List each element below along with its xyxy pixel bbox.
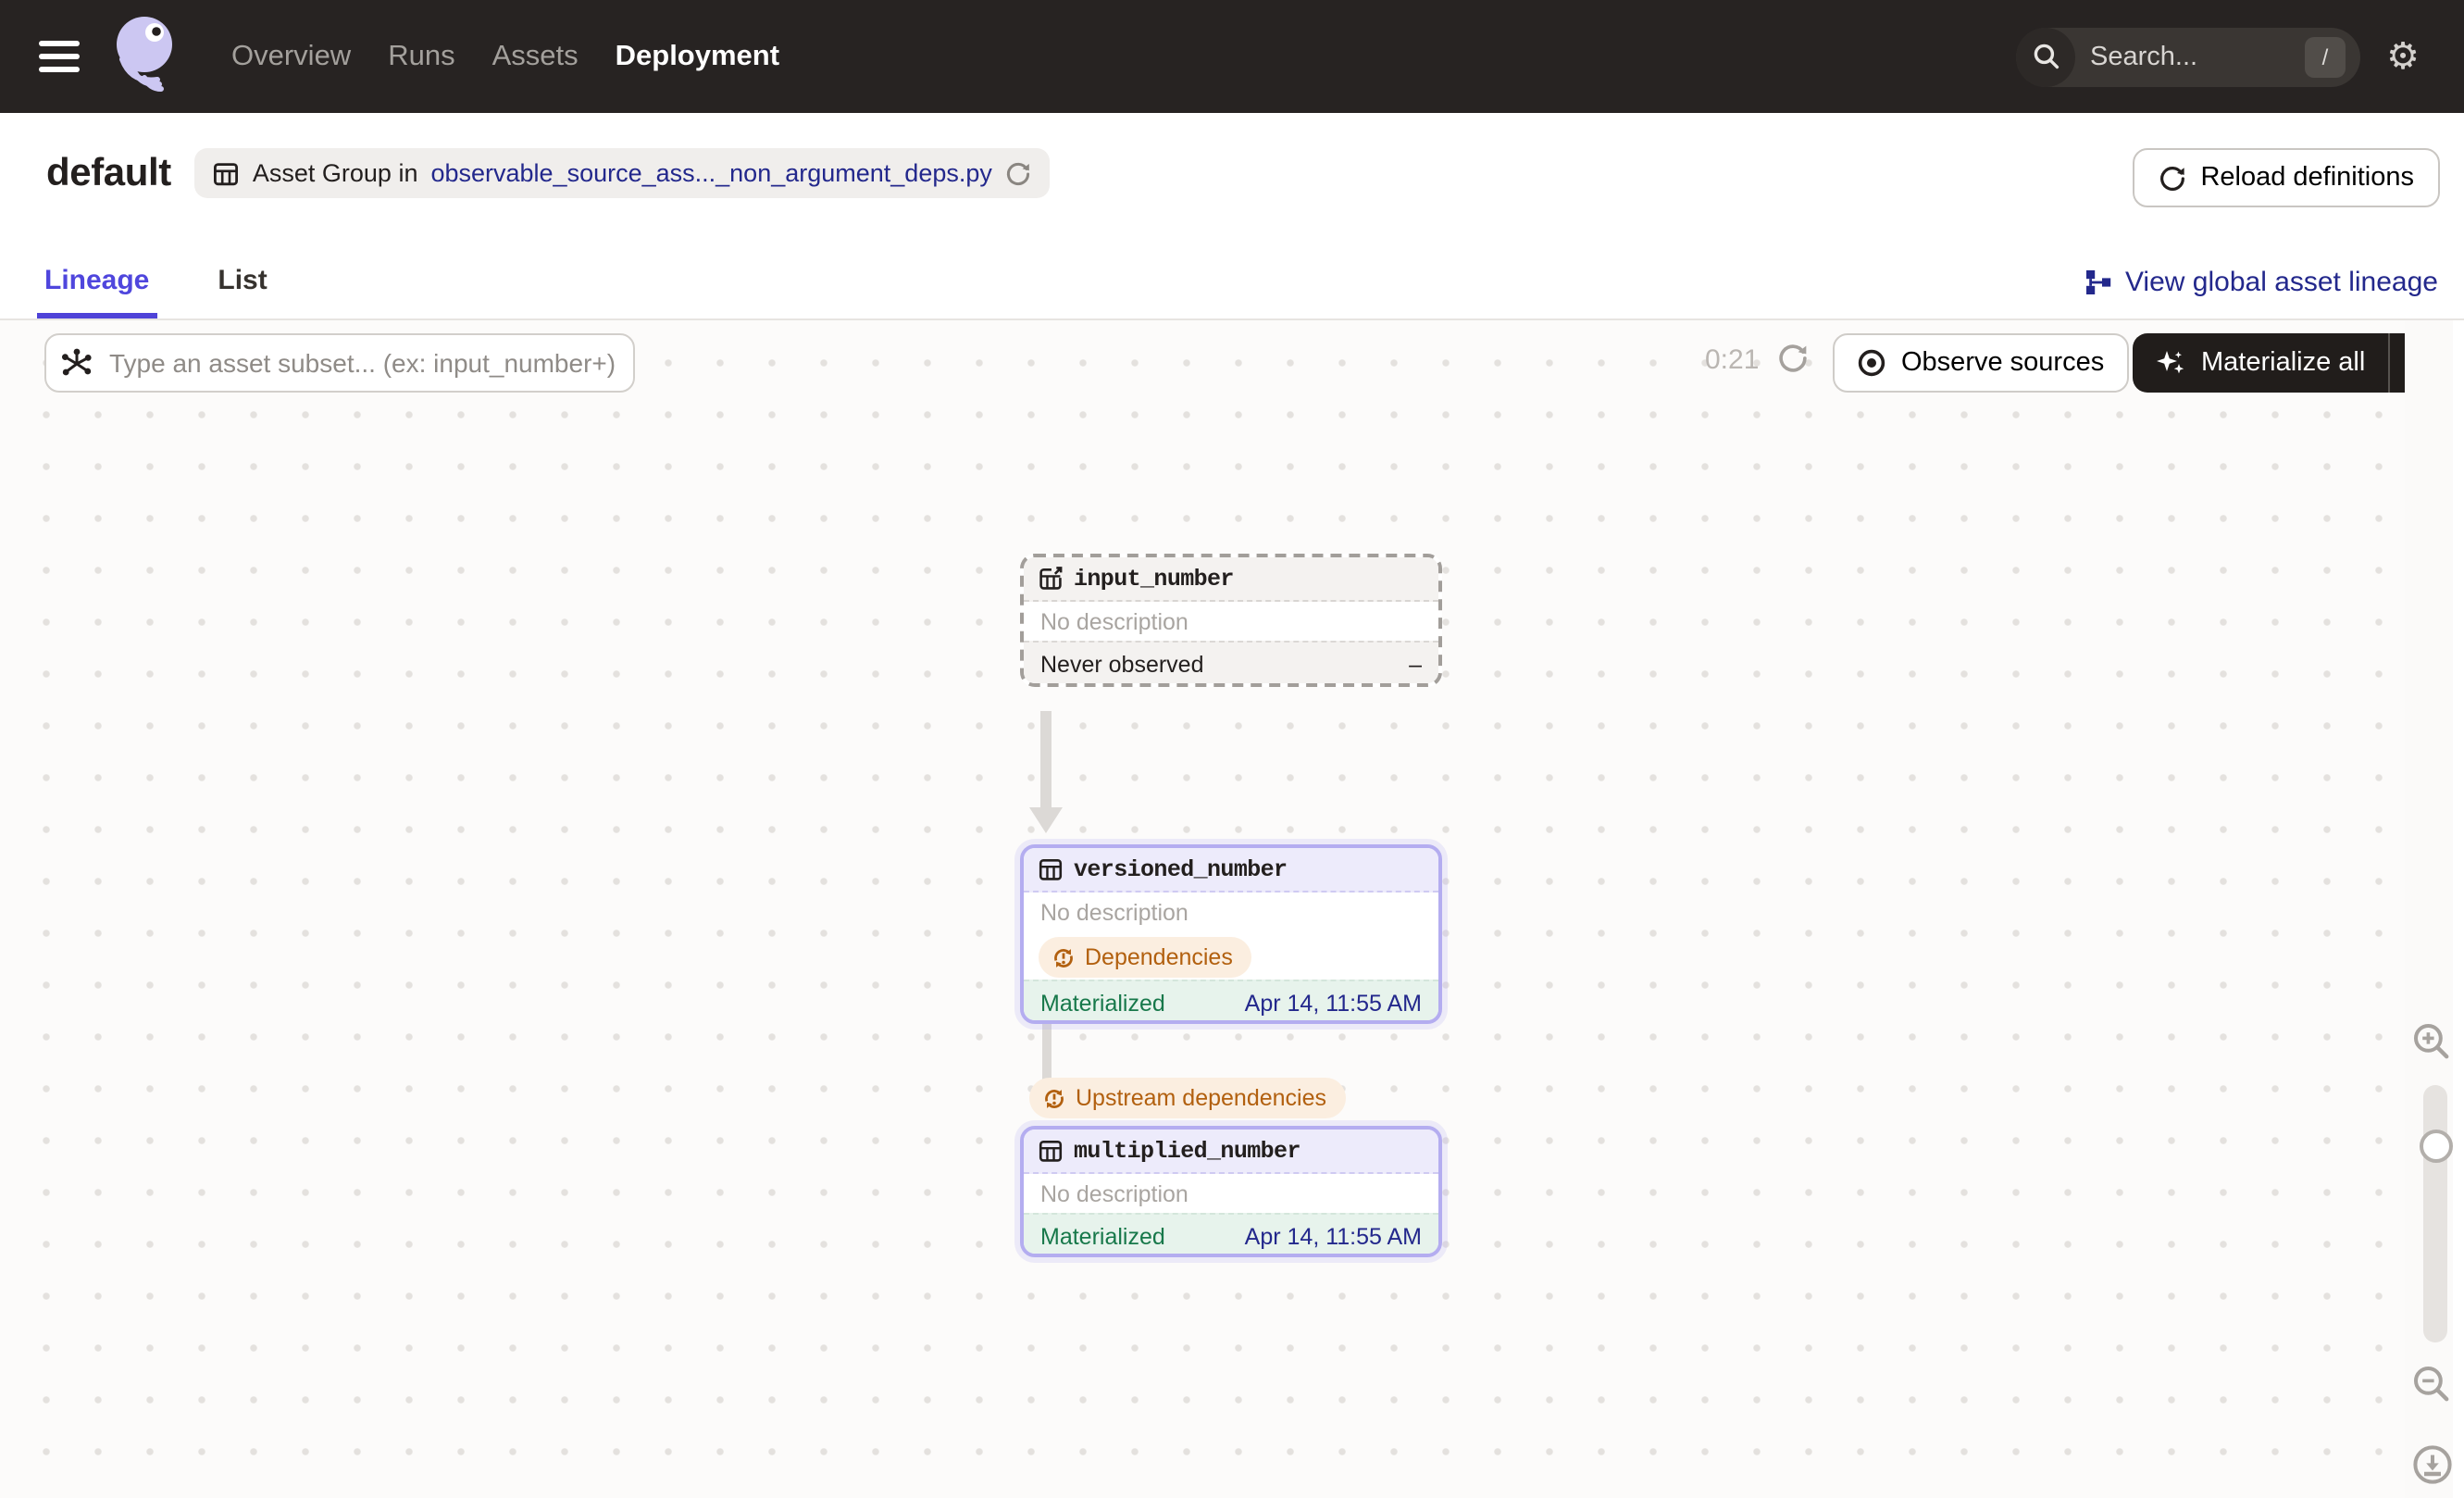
asset-description: No description xyxy=(1040,1181,1188,1207)
materialize-all-button[interactable]: Materialize all xyxy=(2133,333,2387,393)
asset-group-breadcrumb: Asset Group in observable_source_ass..._… xyxy=(194,148,1050,198)
asset-name: input_number xyxy=(1074,566,1234,592)
tab-lineage[interactable]: Lineage xyxy=(37,241,156,318)
refresh-countdown: 0:21 xyxy=(1705,344,1760,376)
asset-group-icon xyxy=(214,162,239,185)
settings-gear-icon[interactable]: ⚙ xyxy=(2360,33,2445,80)
edge-input-to-versioned xyxy=(1040,711,1052,809)
observe-sources-label: Observe sources xyxy=(1901,348,2105,378)
asset-node-input-number[interactable]: input_number No description Never observ… xyxy=(1020,554,1442,687)
asset-group-file-link[interactable]: observable_source_ass..._non_argument_de… xyxy=(430,159,991,187)
observe-eye-icon xyxy=(1858,349,1885,377)
sync-alert-icon xyxy=(1045,1089,1064,1107)
op-selector-icon xyxy=(62,347,92,375)
edge-label: Upstream dependencies xyxy=(1076,1085,1326,1111)
zoom-slider-track[interactable] xyxy=(2423,1085,2447,1342)
observe-sources-button[interactable]: Observe sources xyxy=(1833,333,2129,393)
app: Overview Runs Assets Deployment / ⚙ defa… xyxy=(0,0,2464,1498)
sparkle-icon xyxy=(2157,350,2184,373)
zoom-slider-handle[interactable] xyxy=(2419,1130,2452,1163)
reload-icon xyxy=(2159,166,2184,190)
asset-status: Never observed xyxy=(1040,652,1204,678)
nav-item-deployment[interactable]: Deployment xyxy=(612,32,783,81)
asset-name: multiplied_number xyxy=(1074,1138,1300,1164)
asset-status: Materialized xyxy=(1040,990,1165,1016)
asset-status-timestamp[interactable]: Apr 14, 11:55 AM xyxy=(1245,990,1422,1016)
materialize-all-label: Materialize all xyxy=(2201,348,2366,378)
asset-group-prefix: Asset Group in xyxy=(252,159,418,187)
asset-name: versioned_number xyxy=(1074,856,1288,882)
reload-definitions-button[interactable]: Reload definitions xyxy=(2132,148,2440,207)
reload-definitions-label: Reload definitions xyxy=(2200,163,2414,193)
asset-status: Materialized xyxy=(1040,1224,1165,1250)
search-input[interactable] xyxy=(2086,40,2271,73)
nav-item-overview[interactable]: Overview xyxy=(228,32,355,81)
tab-bar: Lineage List xyxy=(37,241,268,318)
tab-list[interactable]: List xyxy=(218,241,267,318)
source-asset-icon xyxy=(1039,567,1063,590)
search-shortcut-badge: / xyxy=(2305,36,2346,77)
upstream-dependencies-badge[interactable]: Upstream dependencies xyxy=(1029,1078,1345,1118)
hamburger-menu-icon[interactable] xyxy=(39,41,80,72)
page-title: default xyxy=(46,151,171,193)
zoom-out-icon[interactable] xyxy=(2412,1365,2451,1404)
dagster-logo[interactable] xyxy=(113,14,187,99)
refresh-icon[interactable] xyxy=(1005,160,1031,186)
search-icon xyxy=(2016,27,2075,86)
page-header: default Asset Group in observable_source… xyxy=(0,113,2464,320)
asset-table-icon xyxy=(1039,1141,1063,1162)
asset-node-multiplied-number[interactable]: multiplied_number No description Materia… xyxy=(1020,1126,1442,1257)
graph-refresh-icon[interactable] xyxy=(1777,343,1809,374)
asset-status-value: – xyxy=(1409,652,1422,678)
asset-node-versioned-number[interactable]: versioned_number No description Dependen… xyxy=(1020,844,1442,1024)
asset-description: No description xyxy=(1040,900,1188,926)
asset-subset-input[interactable] xyxy=(106,346,618,380)
global-search[interactable]: / xyxy=(2016,27,2360,86)
lineage-graph-icon xyxy=(2085,270,2111,294)
asset-table-icon xyxy=(1039,859,1063,880)
sync-alert-icon xyxy=(1054,948,1073,967)
asset-status-timestamp[interactable]: Apr 14, 11:55 AM xyxy=(1245,1224,1422,1250)
right-edge-gutter xyxy=(2453,320,2464,1498)
top-nav: Overview Runs Assets Deployment / ⚙ xyxy=(0,0,2464,113)
asset-lineage-graph[interactable]: 0:21 Observe sources Materialize all xyxy=(0,320,2464,1498)
download-graph-icon[interactable] xyxy=(2412,1444,2453,1485)
view-global-asset-lineage-link[interactable]: View global asset lineage xyxy=(2084,267,2438,298)
materialize-all-split-button: Materialize all ▾ xyxy=(2133,333,2444,393)
nav-item-runs[interactable]: Runs xyxy=(384,32,458,81)
nav-links: Overview Runs Assets Deployment xyxy=(228,32,783,81)
asset-description: No description xyxy=(1040,609,1188,635)
edge-input-to-versioned-arrowhead xyxy=(1029,807,1063,833)
zoom-in-icon[interactable] xyxy=(2412,1022,2451,1061)
dependencies-badge-label: Dependencies xyxy=(1085,944,1233,970)
nav-item-assets[interactable]: Assets xyxy=(489,32,582,81)
dependencies-changed-badge[interactable]: Dependencies xyxy=(1039,937,1251,978)
asset-subset-filter[interactable] xyxy=(44,333,635,393)
view-global-asset-lineage-label: View global asset lineage xyxy=(2124,267,2438,298)
